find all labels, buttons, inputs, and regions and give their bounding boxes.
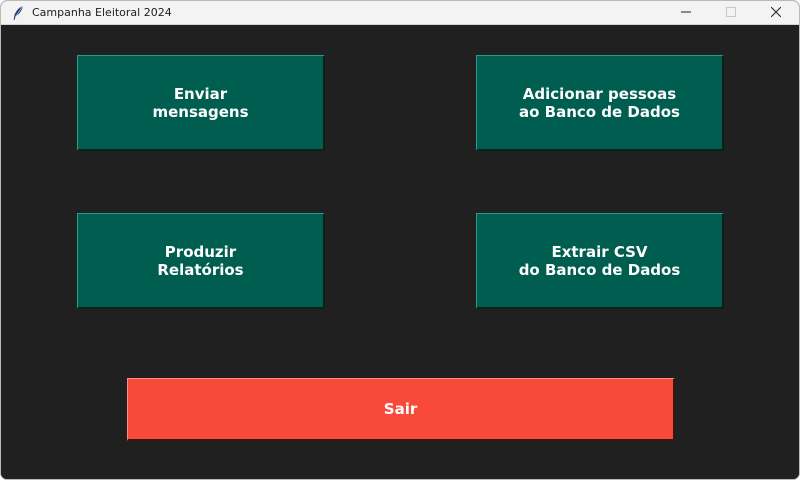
add-people-button[interactable]: Adicionar pessoas ao Banco de Dados — [476, 55, 724, 151]
exit-button[interactable]: Sair — [127, 378, 675, 441]
export-csv-button[interactable]: Extrair CSV do Banco de Dados — [476, 213, 724, 309]
maximize-icon — [726, 7, 736, 17]
minimize-button[interactable] — [664, 1, 708, 24]
send-messages-label: Enviar mensagens — [152, 84, 249, 121]
main-panel: Enviar mensagens Adicionar pessoas ao Ba… — [1, 25, 799, 479]
minimize-icon — [681, 11, 691, 13]
close-icon — [771, 7, 781, 17]
window-title: Campanha Eleitoral 2024 — [32, 6, 172, 19]
app-window: Campanha Eleitoral 2024 Enviar mensagens… — [0, 0, 800, 480]
produce-reports-label: Produzir Relatórios — [157, 242, 244, 279]
produce-reports-button[interactable]: Produzir Relatórios — [77, 213, 325, 309]
title-bar[interactable]: Campanha Eleitoral 2024 — [1, 1, 799, 25]
export-csv-label: Extrair CSV do Banco de Dados — [518, 242, 681, 279]
exit-label: Sair — [383, 400, 418, 418]
close-button[interactable] — [754, 1, 798, 24]
feather-icon — [11, 5, 25, 21]
add-people-label: Adicionar pessoas ao Banco de Dados — [519, 84, 680, 121]
send-messages-button[interactable]: Enviar mensagens — [77, 55, 325, 151]
maximize-button[interactable] — [709, 1, 753, 24]
